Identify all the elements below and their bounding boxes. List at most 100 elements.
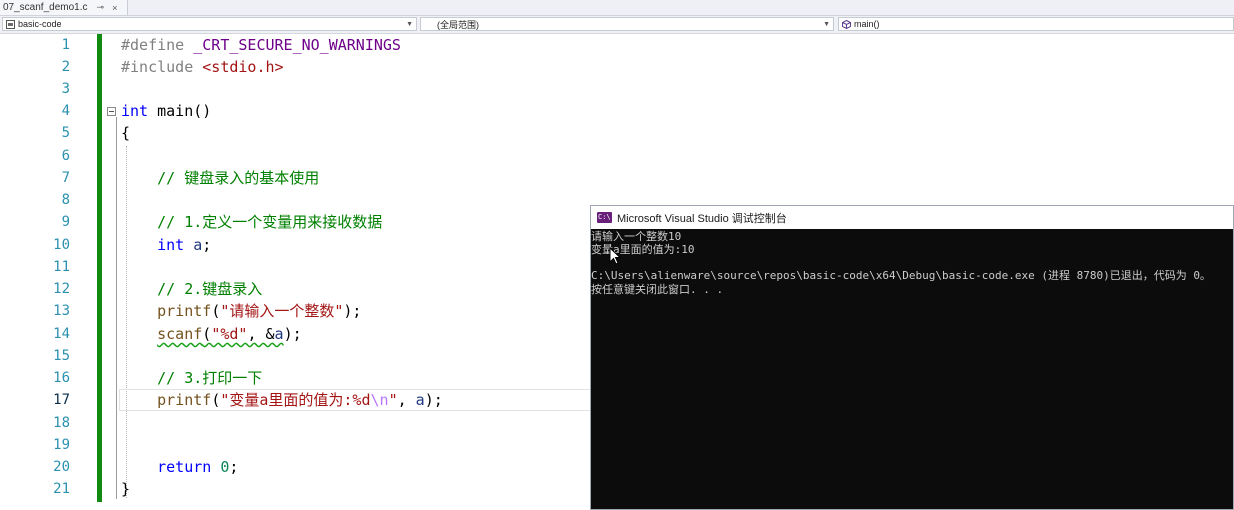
keyword: int	[157, 236, 185, 254]
member-dropdown[interactable]: main()	[838, 17, 1234, 31]
project-dropdown[interactable]: basic-code ▼	[2, 17, 417, 31]
console-title: Microsoft Visual Studio 调试控制台	[617, 212, 787, 225]
change-tracking-bar	[97, 34, 102, 502]
debug-console-window[interactable]: C:\ Microsoft Visual Studio 调试控制台 请输入一个整…	[590, 205, 1234, 510]
chevron-down-icon: ▼	[823, 21, 830, 28]
punctuation: );	[283, 325, 302, 343]
code-line-20[interactable]: return 0;	[121, 456, 238, 478]
code-line-4[interactable]: int main()	[121, 100, 211, 122]
code-line-10[interactable]: int a;	[121, 234, 211, 256]
indent-guide	[126, 146, 127, 498]
brace: {	[121, 124, 131, 142]
comment: // 3.打印一下	[157, 369, 263, 387]
line-number: 13	[53, 303, 70, 319]
console-line: 请输入一个整数10	[591, 230, 682, 243]
preprocessor-directive: #include	[121, 58, 194, 76]
line-number: 16	[53, 370, 70, 386]
code-line-5[interactable]: {	[121, 122, 130, 144]
line-number: 6	[61, 148, 70, 164]
function-call-warning: scanf	[157, 325, 203, 343]
code-line-21[interactable]: }	[121, 478, 130, 500]
string-literal: "%d"	[211, 325, 248, 343]
punctuation: (	[211, 302, 221, 320]
escape-sequence: \n	[370, 391, 389, 409]
line-number: 4	[61, 103, 70, 119]
line-number: 1	[61, 37, 70, 53]
navigation-bar: basic-code ▼ (全局范围) ▼ main()	[0, 16, 1234, 34]
collapse-toggle-icon[interactable]	[107, 107, 116, 116]
comment: // 2.键盘录入	[157, 280, 263, 298]
line-number: 10	[53, 237, 70, 253]
line-number: 12	[53, 281, 70, 297]
code-line-17[interactable]: printf("变量a里面的值为:%d\n", a);	[121, 389, 443, 411]
line-number: 2	[61, 59, 70, 75]
comment: // 1.定义一个变量用来接收数据	[157, 213, 383, 231]
member-dropdown-value: main()	[854, 19, 880, 29]
line-number: 15	[53, 348, 70, 364]
punctuation: ;	[202, 236, 212, 254]
code-line-13[interactable]: printf("请输入一个整数");	[121, 300, 361, 322]
code-line-1[interactable]: #define _CRT_SECURE_NO_WARNINGS	[121, 34, 401, 56]
tab-title: 07_scanf_demo1.c	[3, 2, 88, 13]
brace: }	[121, 480, 131, 498]
include-header: <stdio.h>	[202, 58, 284, 76]
outline-guide	[116, 117, 117, 499]
line-number: 8	[61, 192, 70, 208]
code-line-14[interactable]: scanf("%d", &a);	[121, 323, 302, 345]
macro-name: _CRT_SECURE_NO_WARNINGS	[193, 36, 401, 54]
preprocessor-directive: #define	[121, 36, 185, 54]
string-literal: "请输入一个整数"	[220, 302, 344, 320]
variable: a	[193, 236, 203, 254]
punctuation: , &	[247, 325, 275, 343]
punctuation: (	[211, 391, 221, 409]
line-number: 18	[53, 415, 70, 431]
code-line-16[interactable]: // 3.打印一下	[121, 367, 262, 389]
string-literal: "变量a里面的值为:%d	[220, 391, 371, 409]
variable: a	[415, 391, 425, 409]
code-line-9[interactable]: // 1.定义一个变量用来接收数据	[121, 211, 382, 233]
mouse-pointer-icon	[609, 247, 621, 265]
console-line: 按任意键关闭此窗口. . .	[591, 283, 724, 296]
console-line: 变量a里面的值为:10	[591, 243, 695, 256]
function-call: printf	[157, 391, 212, 409]
line-number: 19	[53, 437, 70, 453]
punctuation: ;	[229, 458, 239, 476]
line-number: 9	[61, 214, 70, 230]
line-number: 11	[53, 259, 70, 275]
line-number: 20	[53, 459, 70, 475]
variable: a	[274, 325, 284, 343]
punctuation: );	[424, 391, 443, 409]
console-output[interactable]: 请输入一个整数10 变量a里面的值为:10 C:\Users\alienware…	[591, 229, 1233, 509]
chevron-down-icon: ▼	[406, 21, 413, 28]
console-line: C:\Users\alienware\source\repos\basic-co…	[591, 269, 1211, 282]
pin-icon[interactable]: ⊸	[97, 2, 105, 13]
function-call: printf	[157, 302, 212, 320]
c-project-icon	[6, 19, 15, 29]
scope-dropdown-value: (全局范围)	[437, 19, 479, 30]
line-number: 5	[61, 125, 70, 141]
close-icon[interactable]: ×	[112, 3, 117, 13]
punctuation: (	[202, 325, 212, 343]
function-name: main()	[157, 102, 212, 120]
console-icon-label: C:\	[598, 213, 611, 221]
keyword: int	[121, 102, 149, 120]
vs-console-icon: C:\	[597, 212, 612, 223]
line-number: 14	[53, 326, 70, 342]
code-line-7[interactable]: // 键盘录入的基本使用	[121, 167, 319, 189]
line-number: 7	[61, 170, 70, 186]
string-literal: "	[388, 391, 398, 409]
line-number-current: 17	[53, 392, 70, 408]
punctuation: ,	[397, 391, 416, 409]
project-dropdown-value: basic-code	[18, 19, 62, 29]
console-title-bar[interactable]: C:\ Microsoft Visual Studio 调试控制台	[591, 206, 1233, 229]
tab-07-scanf-demo1[interactable]: 07_scanf_demo1.c ⊸ ×	[0, 0, 128, 15]
line-number-gutter: 1 2 3 4 5 6 7 8 9 10 11 12 13 14 15 16 1…	[0, 34, 96, 510]
line-number: 3	[61, 81, 70, 97]
code-line-12[interactable]: // 2.键盘录入	[121, 278, 262, 300]
scope-dropdown[interactable]: (全局范围) ▼	[420, 17, 834, 31]
cube-method-icon	[842, 19, 851, 29]
keyword: return	[157, 458, 212, 476]
document-tab-strip: 07_scanf_demo1.c ⊸ ×	[0, 0, 1234, 16]
code-line-2[interactable]: #include <stdio.h>	[121, 56, 284, 78]
comment: // 键盘录入的基本使用	[157, 169, 320, 187]
